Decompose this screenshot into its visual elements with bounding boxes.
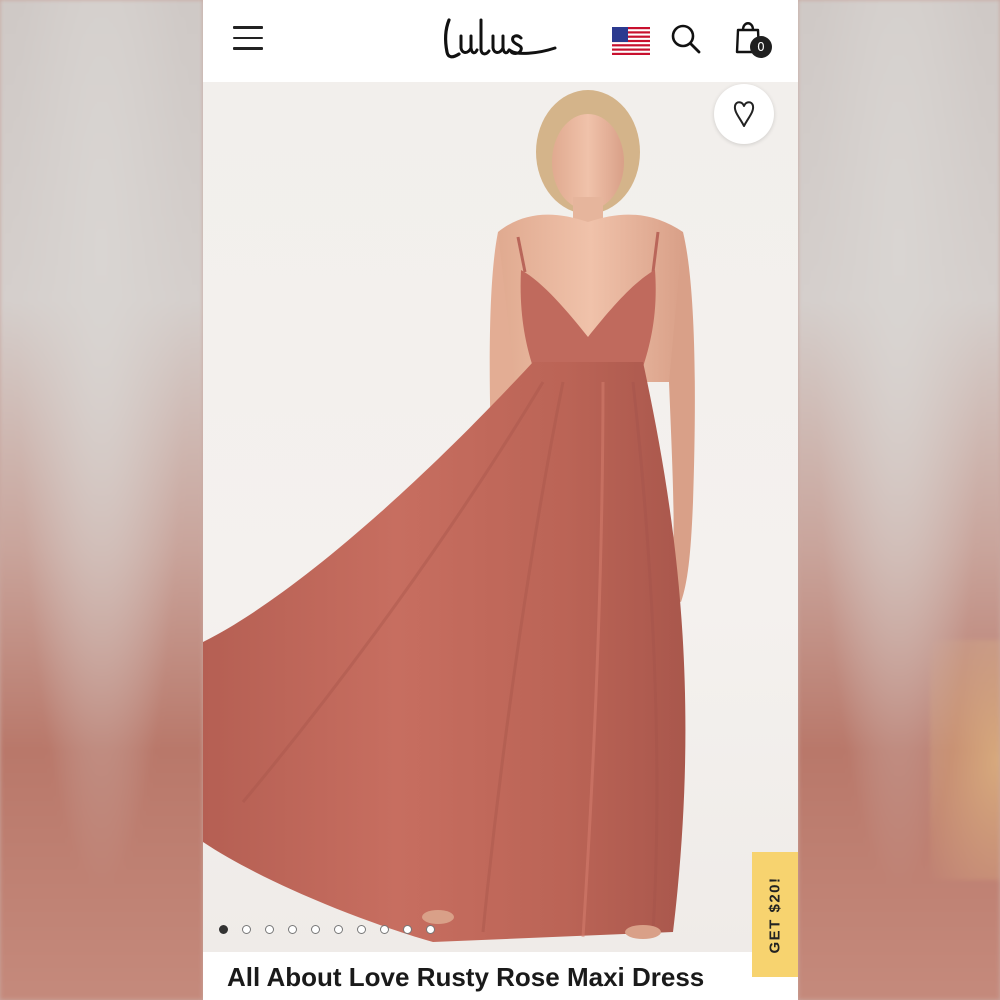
blurred-backdrop-left bbox=[0, 0, 203, 1000]
blurred-backdrop-right bbox=[798, 0, 1000, 1000]
brand-logo[interactable] bbox=[441, 8, 561, 64]
promo-tab[interactable]: GET $20! bbox=[752, 852, 798, 977]
search-icon[interactable] bbox=[670, 23, 702, 55]
gallery-dot[interactable] bbox=[403, 924, 412, 934]
gallery-dot[interactable] bbox=[426, 924, 435, 934]
gallery-dot[interactable] bbox=[288, 924, 297, 934]
gallery-dot[interactable] bbox=[242, 924, 251, 934]
gallery-dot[interactable] bbox=[357, 924, 366, 934]
us-flag-icon[interactable] bbox=[612, 27, 650, 55]
gallery-dot[interactable] bbox=[311, 924, 320, 934]
hamburger-menu-icon[interactable] bbox=[233, 26, 263, 52]
wishlist-button[interactable] bbox=[714, 84, 774, 144]
product-title: All About Love Rusty Rose Maxi Dress bbox=[227, 962, 705, 992]
mobile-page: 0 GET $20! All About Love Rusty Rose Max… bbox=[203, 0, 798, 1000]
product-image[interactable] bbox=[203, 82, 798, 952]
gallery-dot[interactable] bbox=[334, 924, 343, 934]
model-photo bbox=[203, 90, 695, 942]
cart-count-badge[interactable]: 0 bbox=[750, 36, 772, 58]
gallery-pagination bbox=[219, 922, 435, 936]
site-header: 0 bbox=[203, 0, 798, 82]
gallery-dot[interactable] bbox=[265, 924, 274, 934]
gallery-dot[interactable] bbox=[380, 924, 389, 934]
gallery-dot[interactable] bbox=[219, 924, 228, 934]
heart-icon bbox=[733, 101, 755, 127]
promo-label: GET $20! bbox=[766, 875, 784, 954]
